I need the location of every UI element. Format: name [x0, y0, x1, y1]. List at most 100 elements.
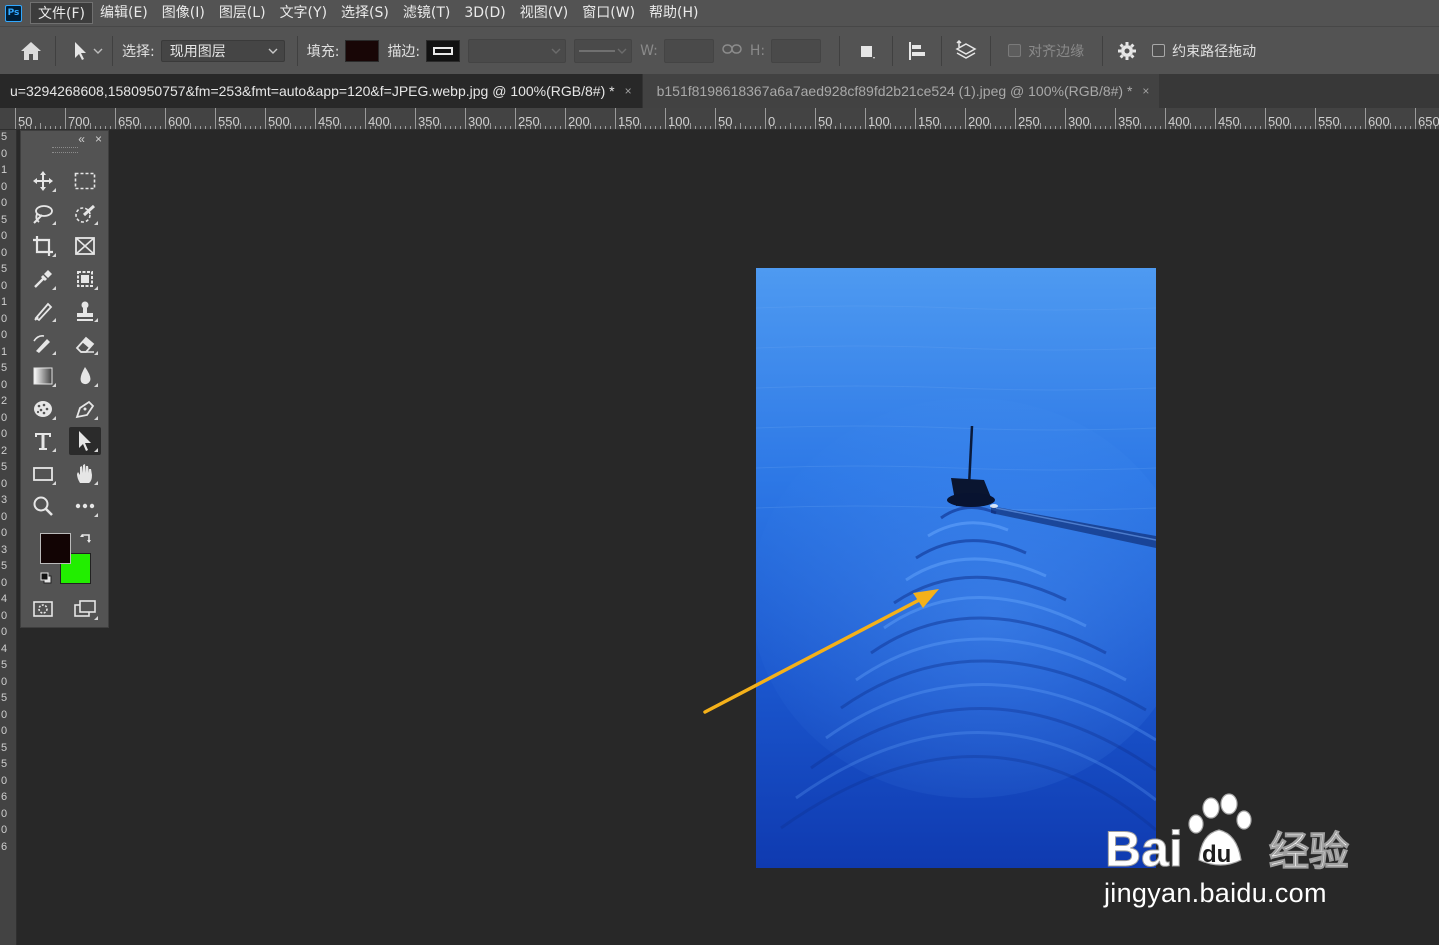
- stroke-type-dropdown[interactable]: [574, 38, 633, 63]
- quick-selection-tool[interactable]: [69, 200, 101, 228]
- ruler-minor-tick: [345, 126, 346, 129]
- menu-view[interactable]: 视图(V): [513, 2, 576, 24]
- frame-tool[interactable]: [69, 232, 101, 260]
- swap-colors-icon[interactable]: [79, 532, 93, 549]
- close-icon[interactable]: ×: [95, 132, 102, 146]
- document-tab-2[interactable]: b151f8198618367a6a7aed928cf89fd2b21ce524…: [641, 74, 1160, 108]
- select-dropdown[interactable]: 现用图层: [160, 39, 285, 62]
- menu-file[interactable]: 文件(F): [30, 2, 93, 24]
- ruler-tick: [265, 108, 266, 129]
- menu-type[interactable]: 文字(Y): [273, 2, 334, 24]
- ruler-label: 5: [0, 131, 8, 143]
- ruler-label: 250: [1018, 114, 1040, 129]
- ruler-minor-tick: [450, 126, 451, 129]
- ruler-minor-tick: [990, 123, 991, 129]
- gradient-tool[interactable]: [27, 362, 59, 390]
- ruler-minor-tick: [155, 126, 156, 129]
- align-edges-checkbox[interactable]: [1008, 44, 1022, 57]
- ruler-minor-tick: [1360, 126, 1361, 129]
- vertical-ruler[interactable]: 5 0 1 0 0 5 0 0 5 0 1 0 0 1 5 0 2 0 0 2 5 0 3 0 0 3 5 0 4 0 0 4 5 0 5 0 0 5 5 0…: [0, 130, 17, 945]
- separator: [112, 35, 113, 66]
- document-tab-1[interactable]: u=3294268608,1580950757&fm=253&fmt=auto&…: [0, 74, 642, 108]
- eyedropper-tool[interactable]: [27, 265, 59, 293]
- menu-image[interactable]: 图像(I): [155, 2, 212, 24]
- collapse-icon[interactable]: «: [78, 132, 85, 146]
- crop-tool[interactable]: [27, 232, 59, 260]
- document-image[interactable]: [756, 268, 1156, 868]
- stroke-width-field[interactable]: [468, 38, 567, 63]
- home-icon[interactable]: [16, 36, 46, 66]
- hand-tool[interactable]: [69, 460, 101, 488]
- quick-mask-icon: [33, 601, 53, 617]
- path-alignment-icon[interactable]: [902, 36, 932, 66]
- menu-3d[interactable]: 3D(D): [457, 2, 512, 24]
- photoshop-logo[interactable]: Ps: [5, 4, 22, 22]
- ruler-minor-tick: [310, 126, 311, 129]
- path-arrangement-icon[interactable]: [951, 36, 981, 66]
- ruler-minor-tick: [405, 126, 406, 129]
- constrain-path-checkbox[interactable]: [1152, 44, 1166, 57]
- ruler-minor-tick: [1290, 123, 1291, 129]
- menu-layer[interactable]: 图层(L): [212, 2, 273, 24]
- stroke-swatch[interactable]: [426, 39, 461, 62]
- brush-tool[interactable]: [27, 297, 59, 325]
- more-tools[interactable]: [69, 492, 101, 520]
- ruler-minor-tick: [295, 126, 296, 129]
- close-icon[interactable]: ×: [1142, 84, 1149, 98]
- history-brush-tool[interactable]: [27, 330, 59, 358]
- ruler-minor-tick: [1010, 126, 1011, 129]
- menu-edit[interactable]: 编辑(E): [93, 2, 155, 24]
- ruler-minor-tick: [605, 126, 606, 129]
- path-operations-icon[interactable]: [853, 36, 883, 66]
- rectangle-tool[interactable]: [27, 460, 59, 488]
- ruler-tick: [765, 108, 766, 129]
- fill-swatch[interactable]: [345, 39, 380, 62]
- panel-grip[interactable]: [51, 147, 78, 153]
- separator: [892, 35, 894, 66]
- horizontal-ruler[interactable]: 50 700 650 600 550 500 450 400 350 300 250 200 150 10…: [0, 108, 1439, 130]
- blur-tool[interactable]: [69, 362, 101, 390]
- dodge-tool[interactable]: [27, 395, 59, 423]
- foreground-color-swatch[interactable]: [40, 533, 71, 564]
- ruler-label: 0: [0, 411, 8, 424]
- ruler-minor-tick: [355, 126, 356, 129]
- history-brush-icon: [33, 335, 50, 353]
- zoom-tool[interactable]: [27, 492, 59, 520]
- ruler-label: 0: [768, 114, 776, 129]
- marquee-tool[interactable]: [69, 167, 101, 195]
- link-icon[interactable]: [722, 43, 742, 58]
- quick-mask-mode[interactable]: [27, 595, 59, 623]
- stroke-label: 描边:: [387, 43, 421, 60]
- menu-help[interactable]: 帮助(H): [642, 2, 705, 24]
- default-colors-icon[interactable]: [40, 572, 52, 587]
- path-selection-tool-icon[interactable]: [65, 36, 95, 66]
- move-tool[interactable]: [27, 167, 59, 195]
- ruler-minor-tick: [240, 123, 241, 129]
- lasso-tool[interactable]: [27, 200, 59, 228]
- type-tool[interactable]: [27, 427, 59, 455]
- menu-window[interactable]: 窗口(W): [575, 2, 642, 24]
- menu-filter[interactable]: 滤镜(T): [396, 2, 457, 24]
- ruler-label: 5: [0, 263, 8, 275]
- gear-icon[interactable]: [1112, 36, 1142, 66]
- ruler-minor-tick: [1150, 126, 1151, 129]
- eraser-tool[interactable]: [69, 330, 101, 358]
- ruler-minor-tick: [60, 126, 61, 129]
- chevron-down-icon[interactable]: [93, 43, 103, 58]
- path-selection-tool[interactable]: [69, 427, 101, 455]
- ruler-label: 400: [368, 114, 390, 129]
- menu-select[interactable]: 选择(S): [334, 2, 396, 24]
- ruler-minor-tick: [855, 126, 856, 129]
- ruler-label: 0: [0, 279, 8, 292]
- quick-selection-icon: [75, 204, 96, 223]
- close-icon[interactable]: ×: [625, 84, 632, 98]
- screen-mode[interactable]: [69, 595, 101, 623]
- ruler-label: 550: [218, 114, 240, 129]
- width-field[interactable]: [663, 38, 714, 63]
- height-field[interactable]: [771, 38, 822, 63]
- pen-tool[interactable]: [69, 395, 101, 423]
- clone-stamp-tool[interactable]: [69, 297, 101, 325]
- ruler-tick: [965, 108, 966, 129]
- spot-healing-tool[interactable]: [69, 265, 101, 293]
- ruler-minor-tick: [735, 126, 736, 129]
